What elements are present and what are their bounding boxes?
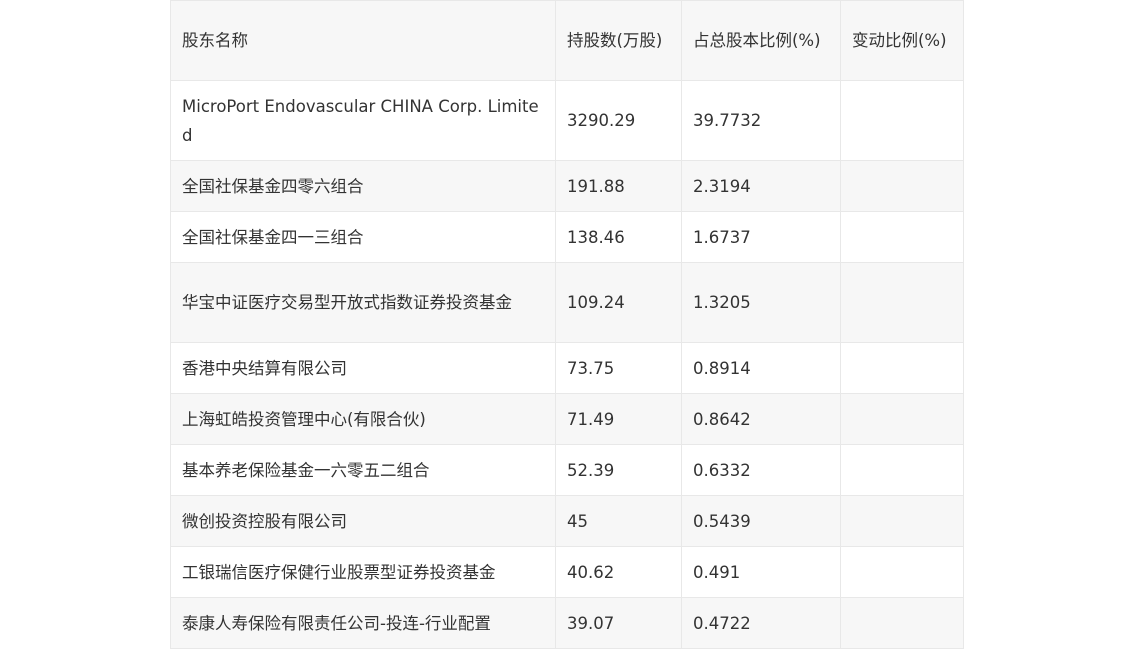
header-shareholder-name: 股东名称 — [170, 0, 556, 81]
cell-share-ratio: 39.7732 — [681, 80, 841, 161]
cell-shares-held: 40.62 — [555, 546, 682, 598]
table-row: MicroPort Endovascular CHINA Corp. Limit… — [170, 80, 964, 161]
cell-change-ratio — [840, 342, 964, 394]
cell-shareholder-name: 全国社保基金四一三组合 — [170, 211, 556, 263]
cell-shareholder-name: MicroPort Endovascular CHINA Corp. Limit… — [170, 80, 556, 161]
table-row: 工银瑞信医疗保健行业股票型证券投资基金 40.62 0.491 — [170, 546, 964, 598]
cell-shares-held: 109.24 — [555, 262, 682, 343]
cell-shares-held: 39.07 — [555, 597, 682, 649]
cell-change-ratio — [840, 262, 964, 343]
cell-shareholder-name: 微创投资控股有限公司 — [170, 495, 556, 547]
cell-share-ratio: 2.3194 — [681, 160, 841, 212]
cell-shareholder-name: 上海虹皓投资管理中心(有限合伙) — [170, 393, 556, 445]
cell-shareholder-name: 华宝中证医疗交易型开放式指数证券投资基金 — [170, 262, 556, 343]
table-header-row: 股东名称 持股数(万股) 占总股本比例(%) 变动比例(%) — [170, 0, 964, 81]
cell-shares-held: 52.39 — [555, 444, 682, 496]
cell-change-ratio — [840, 393, 964, 445]
cell-shareholder-name: 香港中央结算有限公司 — [170, 342, 556, 394]
cell-share-ratio: 0.4722 — [681, 597, 841, 649]
cell-shareholder-name: 基本养老保险基金一六零五二组合 — [170, 444, 556, 496]
cell-change-ratio — [840, 160, 964, 212]
shareholders-table: 股东名称 持股数(万股) 占总股本比例(%) 变动比例(%) MicroPort… — [170, 0, 964, 649]
table-row: 微创投资控股有限公司 45 0.5439 — [170, 495, 964, 547]
cell-change-ratio — [840, 444, 964, 496]
table-row: 香港中央结算有限公司 73.75 0.8914 — [170, 342, 964, 394]
header-change-ratio: 变动比例(%) — [840, 0, 964, 81]
cell-shares-held: 191.88 — [555, 160, 682, 212]
table-row: 上海虹皓投资管理中心(有限合伙) 71.49 0.8642 — [170, 393, 964, 445]
table-row: 泰康人寿保险有限责任公司-投连-行业配置 39.07 0.4722 — [170, 597, 964, 649]
cell-shareholder-name: 泰康人寿保险有限责任公司-投连-行业配置 — [170, 597, 556, 649]
cell-share-ratio: 1.3205 — [681, 262, 841, 343]
cell-shares-held: 45 — [555, 495, 682, 547]
cell-share-ratio: 0.8914 — [681, 342, 841, 394]
cell-change-ratio — [840, 80, 964, 161]
cell-share-ratio: 0.6332 — [681, 444, 841, 496]
cell-share-ratio: 0.5439 — [681, 495, 841, 547]
cell-share-ratio: 1.6737 — [681, 211, 841, 263]
table-row: 基本养老保险基金一六零五二组合 52.39 0.6332 — [170, 444, 964, 496]
header-share-ratio: 占总股本比例(%) — [681, 0, 841, 81]
cell-change-ratio — [840, 597, 964, 649]
header-shares-held: 持股数(万股) — [555, 0, 682, 81]
cell-shares-held: 138.46 — [555, 211, 682, 263]
cell-change-ratio — [840, 211, 964, 263]
table-row: 华宝中证医疗交易型开放式指数证券投资基金 109.24 1.3205 — [170, 262, 964, 343]
cell-shares-held: 73.75 — [555, 342, 682, 394]
cell-share-ratio: 0.491 — [681, 546, 841, 598]
cell-shares-held: 3290.29 — [555, 80, 682, 161]
cell-change-ratio — [840, 495, 964, 547]
table-row: 全国社保基金四零六组合 191.88 2.3194 — [170, 160, 964, 212]
cell-share-ratio: 0.8642 — [681, 393, 841, 445]
cell-shareholder-name: 工银瑞信医疗保健行业股票型证券投资基金 — [170, 546, 556, 598]
cell-shareholder-name: 全国社保基金四零六组合 — [170, 160, 556, 212]
cell-shares-held: 71.49 — [555, 393, 682, 445]
cell-change-ratio — [840, 546, 964, 598]
table-row: 全国社保基金四一三组合 138.46 1.6737 — [170, 211, 964, 263]
